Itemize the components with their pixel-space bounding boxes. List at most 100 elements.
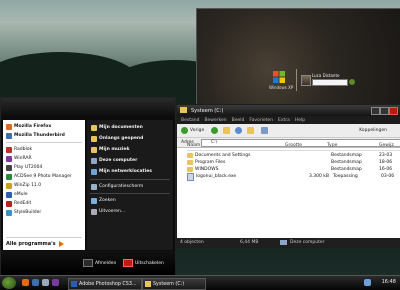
taskbar: Adobe Photoshop CS3... Systeem (C:) 16:4… xyxy=(0,275,400,290)
menu-view[interactable]: Beeld xyxy=(232,118,245,123)
start-menu-separator xyxy=(90,193,170,194)
thunderbird-icon xyxy=(6,132,12,139)
start-menu-separator xyxy=(6,142,82,143)
column-header-type[interactable]: Type xyxy=(327,143,379,150)
program-icon xyxy=(6,155,12,162)
firefox-icon xyxy=(6,123,12,130)
start-place-control-panel[interactable]: Configuratiescherm xyxy=(91,182,143,191)
show-desktop-icon[interactable] xyxy=(42,279,49,286)
up-folder-icon[interactable] xyxy=(223,127,230,134)
folder-icon xyxy=(91,124,97,131)
start-menu-programs: Mozilla Firefox Mozilla Thunderbird Radb… xyxy=(3,120,85,250)
start-place-run[interactable]: Uitvoeren... xyxy=(91,207,125,216)
start-place-music[interactable]: Mijn muziek xyxy=(91,145,129,154)
logoff-button[interactable]: Afmelden xyxy=(83,259,116,267)
firefox-icon[interactable] xyxy=(22,279,29,286)
back-icon[interactable] xyxy=(181,127,188,134)
file-row[interactable]: Documents and Settings Bestandsmap 23-03 xyxy=(187,152,400,159)
start-menu-header xyxy=(1,98,175,118)
task-photoshop[interactable]: Adobe Photoshop CS3... xyxy=(68,278,142,290)
drive-icon xyxy=(180,107,187,113)
menu-help[interactable]: Help xyxy=(295,118,305,123)
views-icon[interactable] xyxy=(261,127,268,134)
back-label[interactable]: Vorige xyxy=(190,128,204,133)
network-icon xyxy=(91,168,97,175)
explorer-titlebar[interactable]: Systeem (C:) xyxy=(177,105,400,116)
music-folder-icon xyxy=(91,146,97,153)
computer-icon xyxy=(280,240,287,245)
task-explorer[interactable]: Systeem (C:) xyxy=(142,278,206,290)
shutdown-button[interactable]: Uitschakelen xyxy=(123,259,164,267)
control-panel-icon xyxy=(91,183,97,190)
minimize-button[interactable] xyxy=(371,107,380,115)
start-item-recent[interactable]: StyleBuilder xyxy=(6,208,41,217)
column-header-size[interactable]: Grootte xyxy=(285,143,327,150)
clock: 16:48 xyxy=(381,279,396,285)
login-go-button[interactable] xyxy=(349,79,355,85)
all-programs-button[interactable]: Alle programma's xyxy=(6,241,64,247)
file-row[interactable]: Program Files Bestandsmap 18-06 xyxy=(187,159,400,166)
column-header-modified[interactable]: Gewijz xyxy=(379,143,394,150)
search-icon[interactable] xyxy=(235,127,242,134)
power-icon xyxy=(123,259,133,267)
quicklaunch-icon[interactable] xyxy=(52,279,59,286)
avatar[interactable] xyxy=(301,75,311,86)
program-icon xyxy=(6,209,12,216)
folder-icon xyxy=(187,167,193,172)
start-place-search[interactable]: Zoeken xyxy=(91,196,116,205)
start-menu-footer: Afmelden Uitschakelen xyxy=(1,251,175,275)
links-label[interactable]: Koppelingen xyxy=(359,128,387,133)
start-item-recent[interactable]: Radblok xyxy=(6,145,32,154)
start-item-recent[interactable]: Play UT2004 xyxy=(6,163,42,172)
window-title: Systeem (C:) xyxy=(191,107,224,114)
program-icon xyxy=(6,146,12,153)
program-icon xyxy=(6,182,12,189)
program-icon xyxy=(6,200,12,207)
file-row[interactable]: logonui_black.exe 3.300 kB Toepassing 03… xyxy=(187,172,400,181)
password-input[interactable] xyxy=(312,79,348,86)
menu-edit[interactable]: Bewerken xyxy=(204,118,226,123)
start-item-firefox[interactable]: Mozilla Firefox xyxy=(6,122,51,131)
start-place-documents[interactable]: Mijn documenten xyxy=(91,123,143,132)
menu-bar: Bestand Bewerken Beeld Favorieten Extra … xyxy=(177,116,400,124)
start-place-computer[interactable]: Deze computer xyxy=(91,156,137,165)
arrow-right-icon xyxy=(58,241,64,247)
run-icon xyxy=(91,208,97,215)
close-button[interactable] xyxy=(389,107,398,115)
start-item-recent[interactable]: eMule xyxy=(6,190,28,199)
status-object-count: 4 objecten xyxy=(180,240,204,245)
file-row[interactable]: WINDOWS Bestandsmap 16-06 xyxy=(187,166,400,173)
start-item-recent[interactable]: ACDSee 9 Photo Manager xyxy=(6,172,72,181)
folder-icon xyxy=(187,153,193,158)
column-headers: Naam Grootte Type Gewijz xyxy=(187,143,400,151)
program-icon xyxy=(6,164,12,171)
menu-favorites[interactable]: Favorieten xyxy=(249,118,273,123)
start-place-network[interactable]: Mijn netwerklocaties xyxy=(91,167,152,176)
maximize-button[interactable] xyxy=(380,107,389,115)
start-item-recent[interactable]: WinRAR xyxy=(6,154,32,163)
start-button[interactable] xyxy=(2,277,16,289)
menu-file[interactable]: Bestand xyxy=(181,118,199,123)
folders-icon[interactable] xyxy=(247,127,254,134)
quicklaunch-icon[interactable] xyxy=(32,279,39,286)
windows-brand-text: Windows XP xyxy=(269,85,294,90)
search-icon xyxy=(91,197,97,204)
menu-tools[interactable]: Extra xyxy=(278,118,290,123)
start-item-recent[interactable]: RedEdit xyxy=(6,199,31,208)
status-location: Deze computer xyxy=(290,240,325,245)
column-header-name[interactable]: Naam xyxy=(187,143,285,150)
tray-icon[interactable] xyxy=(364,279,371,286)
folder-icon xyxy=(91,135,97,142)
start-item-recent[interactable]: WinZip 11.0 xyxy=(6,181,41,190)
computer-icon xyxy=(91,157,97,164)
drive-icon xyxy=(145,281,151,287)
start-item-thunderbird[interactable]: Mozilla Thunderbird xyxy=(6,131,65,140)
start-menu-separator xyxy=(6,237,82,238)
start-place-recent[interactable]: Onlangs geopend xyxy=(91,134,143,143)
status-size: 6,44 MB xyxy=(240,240,259,245)
start-menu-places: Mijn documenten Onlangs geopend Mijn muz… xyxy=(87,120,173,250)
forward-icon[interactable] xyxy=(211,127,218,134)
start-menu: Mozilla Firefox Mozilla Thunderbird Radb… xyxy=(0,97,176,277)
login-username: Luca Distante xyxy=(312,73,340,78)
start-menu-separator xyxy=(90,179,170,180)
